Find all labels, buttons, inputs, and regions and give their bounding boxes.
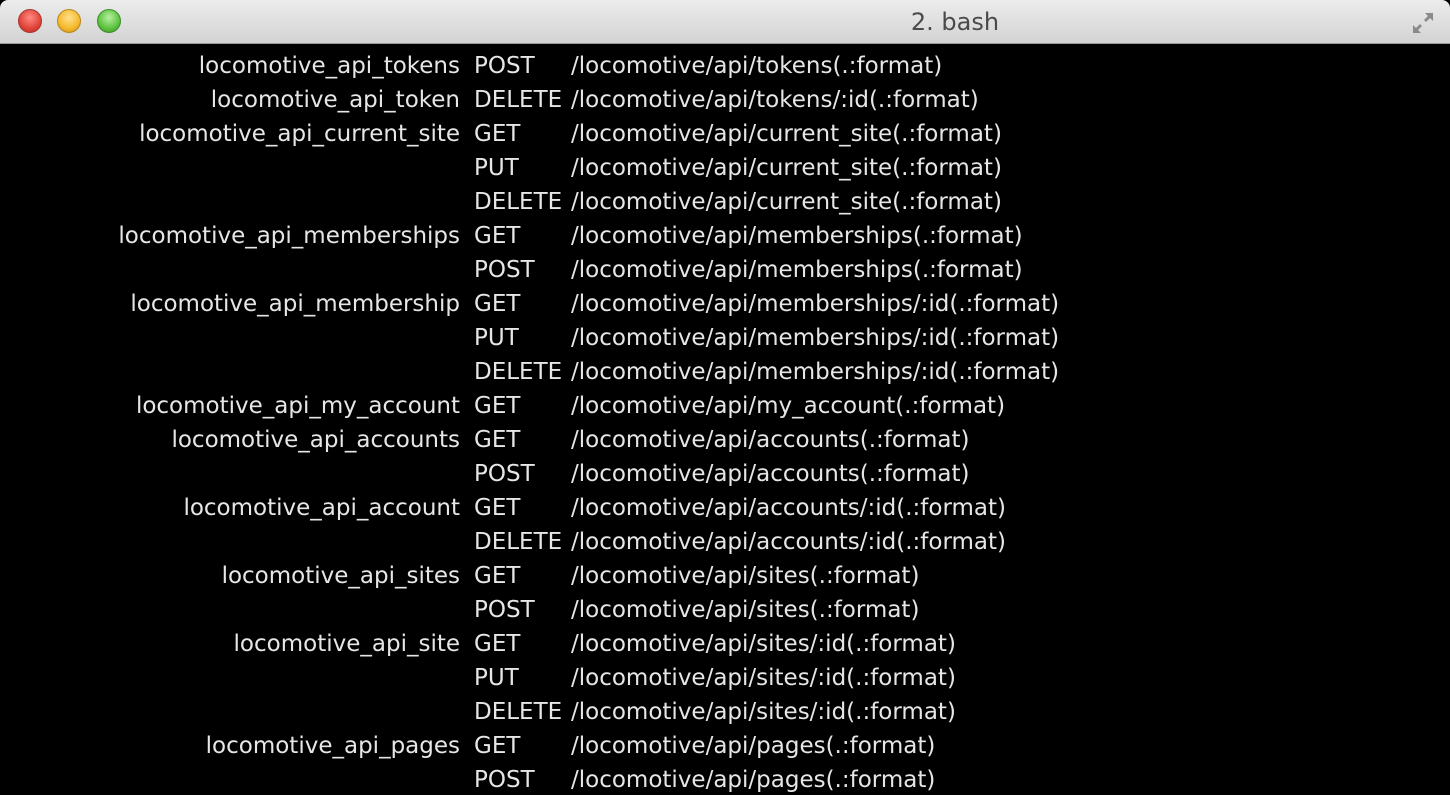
route-name: locomotive_api_pages	[205, 733, 460, 759]
route-name: locomotive_api_memberships	[118, 223, 460, 249]
window-title: 2. bash	[910, 8, 1000, 36]
route-path: /locomotive/api/accounts(.:format)	[571, 461, 970, 487]
route-line: POST/locomotive/api/accounts(.:format)	[0, 457, 1450, 491]
route-line: locomotive_api_tokens POST/locomotive/api…	[0, 49, 1450, 83]
http-verb: GET	[474, 563, 521, 589]
http-verb: GET	[474, 223, 521, 249]
http-verb: GET	[474, 733, 521, 759]
route-name: locomotive_api_sites	[221, 563, 460, 589]
http-verb: GET	[474, 121, 521, 147]
terminal-output[interactable]: locomotive_api_tokens POST/locomotive/api…	[0, 45, 1450, 795]
route-line: locomotive_api_account GET/locomotive/api…	[0, 491, 1450, 525]
route-line: locomotive_api_pages GET/locomotive/api/p…	[0, 729, 1450, 763]
route-line: locomotive_api_accounts GET/locomotive/ap…	[0, 423, 1450, 457]
route-path: /locomotive/api/pages(.:format)	[571, 733, 936, 759]
route-path: /locomotive/api/sites/:id(.:format)	[571, 665, 956, 691]
route-path: /locomotive/api/memberships(.:format)	[571, 223, 1023, 249]
route-path: /locomotive/api/memberships/:id(.:format…	[571, 359, 1060, 385]
route-line: PUT/locomotive/api/sites/:id(.:format)	[0, 661, 1450, 695]
terminal-window: 2. bash locomotive_api_tokens POST/locomo…	[0, 0, 1450, 795]
route-line: DELETE/locomotive/api/current_site(.:for…	[0, 185, 1450, 219]
http-verb: PUT	[474, 665, 519, 691]
http-verb: DELETE	[474, 529, 563, 555]
http-verb: DELETE	[474, 699, 563, 725]
route-path: /locomotive/api/accounts/:id(.:format)	[571, 529, 1007, 555]
route-path: /locomotive/api/sites(.:format)	[571, 597, 920, 623]
route-path: /locomotive/api/current_site(.:format)	[571, 121, 1002, 147]
route-path: /locomotive/api/sites/:id(.:format)	[571, 631, 956, 657]
title-bar[interactable]: 2. bash	[0, 0, 1450, 44]
route-path: /locomotive/api/my_account(.:format)	[571, 393, 1006, 419]
route-line: PUT/locomotive/api/current_site(.:format…	[0, 151, 1450, 185]
route-line: locomotive_api_sites GET/locomotive/api/s…	[0, 559, 1450, 593]
http-verb: GET	[474, 631, 521, 657]
route-line: DELETE/locomotive/api/sites/:id(.:format…	[0, 695, 1450, 729]
route-path: /locomotive/api/accounts(.:format)	[571, 427, 970, 453]
route-line: DELETE/locomotive/api/accounts/:id(.:for…	[0, 525, 1450, 559]
route-path: /locomotive/api/current_site(.:format)	[571, 189, 1002, 215]
route-line: locomotive_api_token DELETE/locomotive/ap…	[0, 83, 1450, 117]
route-line: locomotive_api_membership GET/locomotive/…	[0, 287, 1450, 321]
route-line: locomotive_api_my_account GET/locomotive/…	[0, 389, 1450, 423]
route-line: locomotive_api_memberships GET/locomotive…	[0, 219, 1450, 253]
route-path: /locomotive/api/memberships/:id(.:format…	[571, 325, 1060, 351]
route-path: /locomotive/api/current_site(.:format)	[571, 155, 1002, 181]
route-name: locomotive_api_account	[183, 495, 460, 521]
route-path: /locomotive/api/memberships(.:format)	[571, 257, 1023, 283]
http-verb: POST	[474, 767, 535, 793]
http-verb: PUT	[474, 155, 519, 181]
http-verb: POST	[474, 257, 535, 283]
route-path: /locomotive/api/sites/:id(.:format)	[571, 699, 956, 725]
route-name: locomotive_api_accounts	[171, 427, 460, 453]
route-name: locomotive_api_membership	[130, 291, 460, 317]
http-verb: DELETE	[474, 359, 563, 385]
route-path: /locomotive/api/tokens(.:format)	[571, 53, 943, 79]
route-path: /locomotive/api/pages(.:format)	[571, 767, 936, 793]
route-line: locomotive_api_current_site GET/locomotiv…	[0, 117, 1450, 151]
http-verb: DELETE	[474, 189, 563, 215]
http-verb: GET	[474, 291, 521, 317]
route-name: locomotive_api_current_site	[139, 121, 460, 147]
route-line: DELETE/locomotive/api/memberships/:id(.:…	[0, 355, 1450, 389]
route-line: POST/locomotive/api/pages(.:format)	[0, 763, 1450, 795]
http-verb: GET	[474, 393, 521, 419]
fullscreen-icon[interactable]	[1410, 10, 1436, 36]
http-verb: POST	[474, 461, 535, 487]
route-path: /locomotive/api/tokens/:id(.:format)	[571, 87, 979, 113]
route-name: locomotive_api_token	[210, 87, 460, 113]
route-name: locomotive_api_my_account	[135, 393, 460, 419]
route-line: PUT/locomotive/api/memberships/:id(.:for…	[0, 321, 1450, 355]
route-line: POST/locomotive/api/memberships(.:format…	[0, 253, 1450, 287]
http-verb: DELETE	[474, 87, 563, 113]
http-verb: POST	[474, 597, 535, 623]
route-name: locomotive_api_site	[233, 631, 460, 657]
route-line: locomotive_api_site GET/locomotive/api/si…	[0, 627, 1450, 661]
route-path: /locomotive/api/memberships/:id(.:format…	[571, 291, 1060, 317]
route-path: /locomotive/api/sites(.:format)	[571, 563, 920, 589]
route-line: POST/locomotive/api/sites(.:format)	[0, 593, 1450, 627]
http-verb: GET	[474, 427, 521, 453]
http-verb: PUT	[474, 325, 519, 351]
http-verb: POST	[474, 53, 535, 79]
http-verb: GET	[474, 495, 521, 521]
route-path: /locomotive/api/accounts/:id(.:format)	[571, 495, 1007, 521]
route-name: locomotive_api_tokens	[198, 53, 460, 79]
